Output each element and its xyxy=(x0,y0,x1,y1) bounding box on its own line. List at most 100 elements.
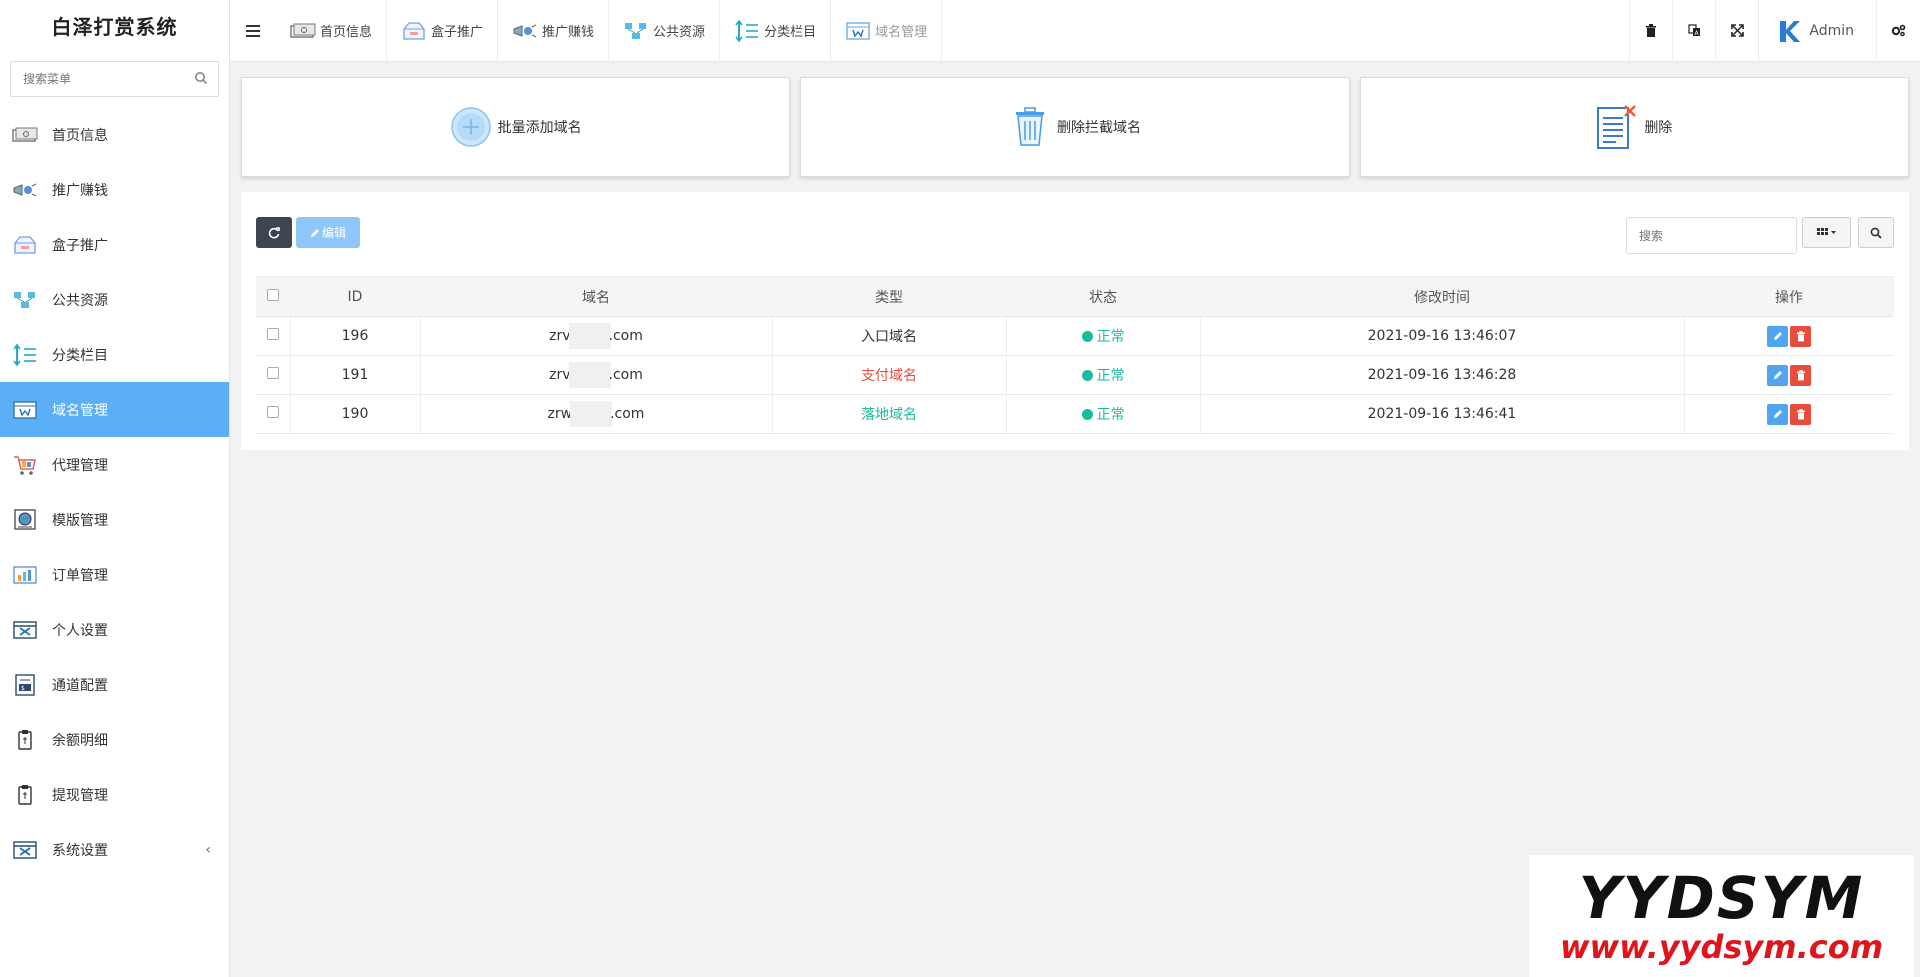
gears-icon xyxy=(1891,24,1906,37)
column-header-type[interactable]: 类型 xyxy=(772,276,1006,317)
order-chart-icon xyxy=(12,564,38,586)
table-row: 196 zrv .com 入口域名 正常 2021-09-16 13:46:07 xyxy=(256,316,1894,356)
sidebar-item-balance-details[interactable]: 余额明细 xyxy=(0,712,229,767)
select-all-checkbox[interactable] xyxy=(267,288,279,301)
sidebar-item-label: 订单管理 xyxy=(52,567,108,584)
row-checkbox[interactable] xyxy=(266,367,279,379)
tab-domain-management[interactable]: 域名管理 xyxy=(831,0,943,61)
sidebar-item-agent-management[interactable]: 代理管理 xyxy=(0,437,229,492)
menu-toggle-icon[interactable] xyxy=(230,0,276,61)
pencil-icon xyxy=(1773,371,1782,379)
cell-modified-time: 2021-09-16 13:46:07 xyxy=(1200,316,1685,356)
menu-search[interactable] xyxy=(10,61,219,97)
cell-id: 196 xyxy=(290,316,421,356)
chevron-left-icon[interactable]: ‹ xyxy=(205,842,211,858)
edit-button[interactable]: 编辑 xyxy=(296,217,360,248)
cell-modified-time: 2021-09-16 13:46:28 xyxy=(1200,355,1685,395)
redacted-block xyxy=(570,401,613,427)
sidebar-item-box-promote[interactable]: 盒子推广 xyxy=(0,217,229,272)
table-row: 190 zrw .com 落地域名 正常 2021-09-16 13:46:41 xyxy=(256,394,1894,434)
tab-label: 首页信息 xyxy=(320,25,373,40)
cell-type: 落地域名 xyxy=(772,394,1007,434)
delete-blocked-domain-button[interactable]: 删除拦截域名 xyxy=(800,77,1350,177)
status-badge: 正常 xyxy=(1081,404,1125,424)
watermark-logo: YYDSYM xyxy=(1578,864,1865,932)
cell-id: 191 xyxy=(290,355,421,395)
network-icon xyxy=(12,289,38,311)
domain-prefix: zrw xyxy=(547,406,573,422)
table-search[interactable] xyxy=(1626,217,1797,254)
sidebar-item-withdraw-management[interactable]: 提现管理 xyxy=(0,767,229,822)
table-search-input[interactable] xyxy=(1627,218,1796,253)
sidebar-item-label: 模版管理 xyxy=(52,512,108,529)
cell-domain: zrv .com xyxy=(420,355,773,395)
browser-w-icon xyxy=(12,399,38,421)
row-delete-button[interactable] xyxy=(1790,325,1812,347)
sidebar-item-home[interactable]: 首页信息 xyxy=(0,107,229,162)
status-text: 正常 xyxy=(1096,368,1125,384)
sidebar-item-label: 通道配置 xyxy=(52,677,108,694)
menu-search-input[interactable] xyxy=(11,62,218,96)
sidebar-item-public-resources[interactable]: 公共资源 xyxy=(0,272,229,327)
sidebar-item-categories[interactable]: 分类栏目 xyxy=(0,327,229,382)
row-checkbox[interactable] xyxy=(266,328,279,340)
admin-user-menu[interactable]: Admin xyxy=(1758,0,1877,61)
sidebar-item-label: 代理管理 xyxy=(52,457,108,474)
redacted-block xyxy=(568,362,611,388)
row-edit-button[interactable] xyxy=(1767,325,1789,347)
row-checkbox[interactable] xyxy=(266,406,279,418)
sidebar-item-label: 公共资源 xyxy=(52,292,108,309)
sidebar-item-label: 提现管理 xyxy=(52,787,108,804)
sidebar-item-template-management[interactable]: 模版管理 xyxy=(0,492,229,547)
cell-domain: zrw .com xyxy=(420,394,773,434)
fullscreen-button[interactable] xyxy=(1715,0,1758,61)
tab-box-promote[interactable]: 盒子推广 xyxy=(387,0,499,61)
refresh-button[interactable] xyxy=(256,217,292,248)
redacted-block xyxy=(568,323,611,349)
pencil-icon xyxy=(1773,410,1782,418)
cart-icon xyxy=(12,454,38,476)
row-delete-button[interactable] xyxy=(1790,403,1812,425)
sidebar-menu: 首页信息 推广赚钱 盒子推广 公共资源 分类栏目 域名管理 代理管理 模版管理 xyxy=(0,107,229,877)
sidebar-item-personal-settings[interactable]: 个人设置 xyxy=(0,602,229,657)
box-icon xyxy=(401,20,427,42)
clear-cache-button[interactable] xyxy=(1629,0,1672,61)
status-dot-icon xyxy=(1081,330,1093,342)
top-navigation: 首页信息 盒子推广 推广赚钱 公共资源 分类栏目 域名管理 A Admin xyxy=(230,0,1920,62)
add-circle-icon xyxy=(450,106,492,148)
tab-categories[interactable]: 分类栏目 xyxy=(720,0,832,61)
column-header-modified-time[interactable]: 修改时间 xyxy=(1200,276,1684,317)
sidebar-item-system-settings[interactable]: 系统设置 ‹ xyxy=(0,822,229,877)
tools-icon xyxy=(12,619,38,641)
search-icon[interactable] xyxy=(194,71,208,85)
cell-domain: zrv .com xyxy=(420,316,773,356)
sidebar-item-order-management[interactable]: 订单管理 xyxy=(0,547,229,602)
row-edit-button[interactable] xyxy=(1767,364,1789,386)
watermark-url: www.yydsym.com xyxy=(1559,928,1884,966)
table-search-button[interactable] xyxy=(1858,217,1894,248)
refresh-icon xyxy=(268,226,280,238)
sidebar-item-promote-earn[interactable]: 推广赚钱 xyxy=(0,162,229,217)
delete-button[interactable]: 删除 xyxy=(1359,77,1909,177)
trash-icon xyxy=(1796,408,1805,419)
language-button[interactable]: A xyxy=(1672,0,1715,61)
tab-promote-earn[interactable]: 推广赚钱 xyxy=(498,0,610,61)
column-header-domain[interactable]: 域名 xyxy=(420,276,772,317)
cell-status: 正常 xyxy=(1006,316,1201,356)
sidebar: 白泽打赏系统 首页信息 推广赚钱 盒子推广 公共资源 分类栏目 域名管理 xyxy=(0,0,230,977)
tab-home[interactable]: 首页信息 xyxy=(276,0,388,61)
sidebar-item-domain-management[interactable]: 域名管理 xyxy=(0,382,229,437)
trash-icon xyxy=(1796,330,1805,341)
column-header-status[interactable]: 状态 xyxy=(1006,276,1200,317)
sidebar-item-channel-config[interactable]: $ 通道配置 xyxy=(0,657,229,712)
row-edit-button[interactable] xyxy=(1767,403,1789,425)
row-select-cell xyxy=(256,355,291,395)
clipboard-icon xyxy=(12,729,38,751)
row-delete-button[interactable] xyxy=(1790,364,1812,386)
tab-public-resources[interactable]: 公共资源 xyxy=(609,0,721,61)
sidebar-item-label: 推广赚钱 xyxy=(52,182,108,199)
batch-add-domain-button[interactable]: 批量添加域名 xyxy=(241,77,791,177)
settings-button[interactable] xyxy=(1877,0,1920,61)
column-header-id[interactable]: ID xyxy=(290,276,420,317)
columns-toggle-button[interactable] xyxy=(1802,217,1851,248)
